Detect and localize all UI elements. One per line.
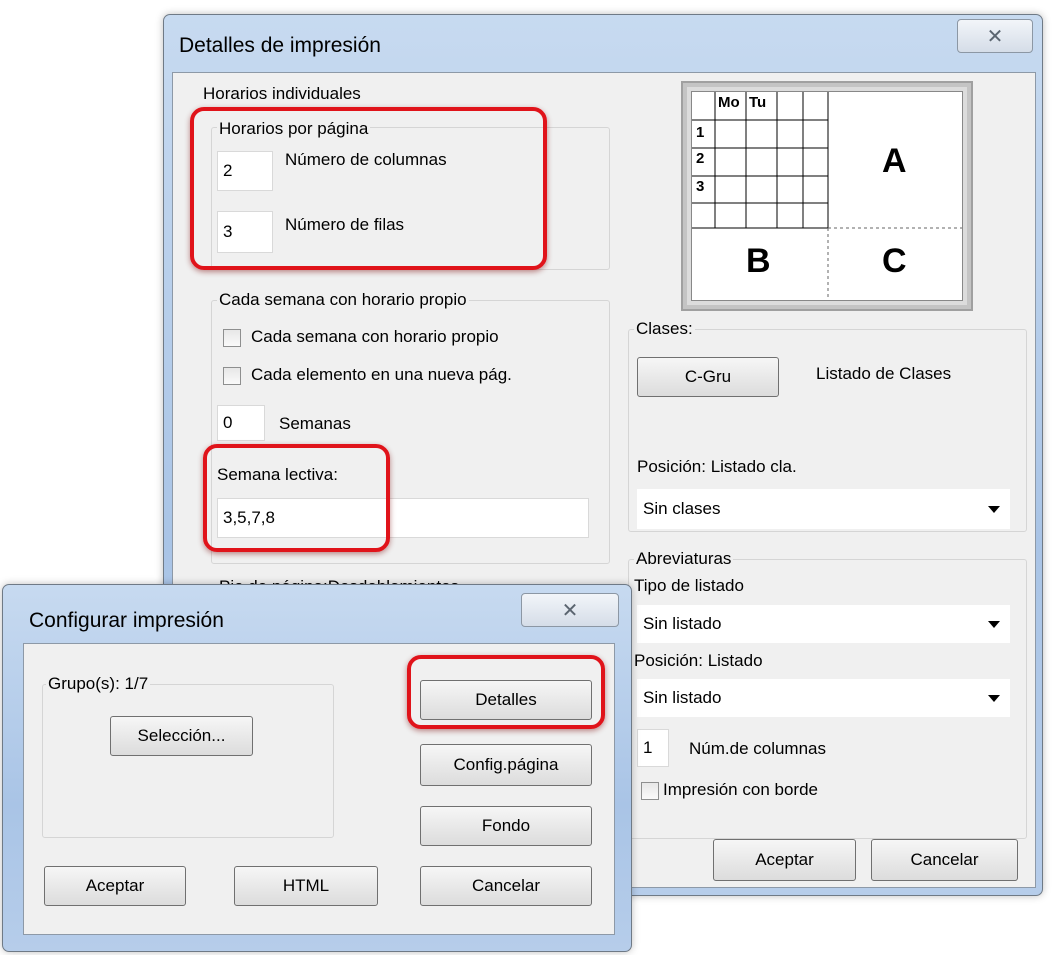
details-ok-button[interactable]: Aceptar: [713, 839, 856, 881]
print-setup-client-area: Grupo(s): 1/7 Selección... Detalles Conf…: [23, 643, 615, 935]
rows-per-page-label: Número de filas: [285, 215, 405, 234]
background-button[interactable]: Fondo: [420, 806, 592, 846]
print-cancel-button[interactable]: Cancelar: [420, 866, 592, 906]
details-dialog-title: Detalles de impresión: [179, 34, 381, 57]
week-group-label: Cada semana con horario propio: [217, 290, 469, 310]
preview-col-mo: Mo: [718, 94, 740, 111]
listing-position-select[interactable]: Sin listado: [637, 679, 1010, 717]
preview-grid: [692, 92, 962, 300]
preview-region-b: B: [746, 242, 771, 280]
details-button[interactable]: Detalles: [420, 680, 592, 720]
listing-position-label: Posición: Listado: [634, 651, 763, 670]
each-element-checkbox[interactable]: [223, 367, 241, 385]
chevron-down-icon: [988, 695, 1000, 702]
listing-type-label: Tipo de listado: [634, 576, 744, 595]
clases-group-label: Clases:: [634, 319, 695, 339]
lective-week-label: Semana lectiva:: [217, 465, 338, 484]
columns-per-page-input[interactable]: 2: [217, 151, 273, 191]
chevron-down-icon: [988, 621, 1000, 628]
preview-row-1: 1: [696, 124, 705, 141]
preview-col-tu: Tu: [749, 94, 767, 111]
listing-type-value: Sin listado: [643, 614, 722, 633]
abbrev-columns-input[interactable]: 1: [637, 729, 669, 767]
class-position-label: Posición: Listado cla.: [637, 457, 797, 476]
each-element-checkbox-label: Cada elemento en una nueva pág.: [251, 365, 512, 384]
border-print-label: Impresión con borde: [663, 780, 818, 799]
layout-preview-page: Mo Tu 1 2 3 A B C: [691, 91, 963, 301]
close-icon: ✕: [561, 599, 579, 622]
rows-per-page-input[interactable]: 3: [217, 211, 273, 253]
class-position-select[interactable]: Sin clases: [637, 489, 1010, 529]
each-week-checkbox[interactable]: [223, 329, 241, 347]
class-group-button[interactable]: C-Gru: [637, 357, 779, 397]
chevron-down-icon: [988, 506, 1000, 513]
details-cancel-button[interactable]: Cancelar: [871, 839, 1018, 881]
weeks-label: Semanas: [279, 414, 351, 433]
abbrev-group-label: Abreviaturas: [634, 549, 734, 569]
preview-region-a: A: [882, 142, 907, 180]
html-button[interactable]: HTML: [234, 866, 378, 906]
print-setup-close-button[interactable]: ✕: [521, 593, 619, 627]
each-week-checkbox-label: Cada semana con horario propio: [251, 327, 499, 346]
selection-button[interactable]: Selección...: [110, 716, 253, 756]
weeks-input[interactable]: 0: [217, 405, 265, 441]
group-selection-box: [42, 684, 334, 838]
abbrev-columns-label: Núm.de columnas: [689, 739, 827, 758]
print-ok-button[interactable]: Aceptar: [44, 866, 186, 906]
listing-position-value: Sin listado: [643, 688, 722, 707]
preview-row-3: 3: [696, 178, 705, 195]
per-page-group-label: Horarios por página: [217, 119, 371, 139]
details-close-button[interactable]: ✕: [957, 19, 1033, 53]
lective-week-input[interactable]: 3,5,7,8: [217, 498, 589, 538]
print-setup-title: Configurar impresión: [29, 609, 224, 632]
group-count-label: Grupo(s): 1/7: [46, 674, 151, 694]
individual-schedules-label: Horarios individuales: [203, 84, 361, 103]
preview-row-2: 2: [696, 150, 705, 167]
class-listing-label: Listado de Clases: [816, 364, 952, 383]
page-setup-button[interactable]: Config.página: [420, 744, 592, 786]
preview-region-c: C: [882, 242, 907, 280]
columns-per-page-label: Número de columnas: [285, 150, 447, 169]
border-print-checkbox[interactable]: [641, 782, 659, 800]
layout-preview: Mo Tu 1 2 3 A B C: [681, 81, 973, 311]
class-position-value: Sin clases: [643, 499, 721, 518]
print-setup-dialog: Configurar impresión ✕ Grupo(s): 1/7 Sel…: [2, 584, 632, 952]
close-icon: ✕: [986, 25, 1004, 48]
listing-type-select[interactable]: Sin listado: [637, 605, 1010, 643]
